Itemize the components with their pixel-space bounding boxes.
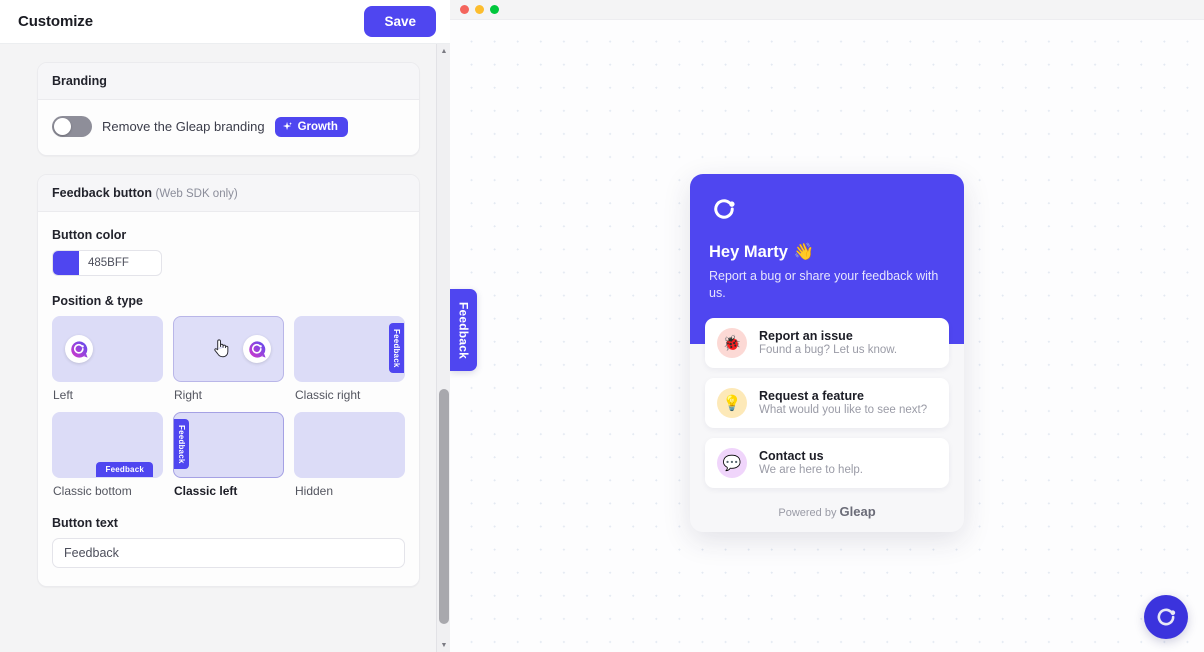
- mouse-pointer-hand-icon: [214, 339, 229, 358]
- position-caption-left: Left: [53, 388, 74, 402]
- window-close-dot[interactable]: [460, 5, 469, 14]
- list-item[interactable]: 🐞 Report an issue Found a bug? Let us kn…: [705, 317, 949, 368]
- position-caption-classic-bottom: Classic bottom: [53, 484, 132, 498]
- scroll-down-arrow[interactable]: ▼: [437, 638, 451, 652]
- widget-footer: Powered by Gleap: [690, 498, 964, 532]
- gleap-widget-preview: Hey Marty 👋 Report a bug or share your f…: [690, 174, 964, 532]
- position-option-classic-bottom[interactable]: Feedback Classic bottom: [52, 412, 163, 498]
- position-type-grid: Left Right Feedback Classic right Feedba…: [52, 316, 405, 498]
- branding-heading: Branding: [52, 74, 107, 88]
- branding-card-body: Remove the Gleap branding Growth: [38, 100, 419, 155]
- button-text-label: Button text: [52, 516, 118, 530]
- window-minimize-dot[interactable]: [475, 5, 484, 14]
- list-item[interactable]: 💡 Request a feature What would you like …: [705, 377, 949, 428]
- feedback-button-card-header: Feedback button (Web SDK only): [38, 175, 419, 212]
- powered-by-label: Powered by: [778, 506, 837, 519]
- position-type-label: Position & type: [52, 294, 143, 308]
- button-text-input[interactable]: [52, 538, 405, 568]
- list-item-desc: Found a bug? Let us know.: [759, 344, 898, 357]
- button-text-section: Button text: [52, 516, 405, 568]
- position-option-classic-right[interactable]: Feedback Classic right: [294, 316, 405, 402]
- save-button[interactable]: Save: [364, 6, 436, 37]
- mini-tab-label: Feedback: [389, 323, 404, 373]
- mini-tab-label: Feedback: [96, 462, 153, 477]
- position-caption-hidden: Hidden: [295, 484, 334, 498]
- scroll-up-arrow[interactable]: ▲: [437, 44, 451, 58]
- gleap-bubble-icon: [243, 335, 271, 363]
- gleap-brand-label: Gleap: [839, 503, 876, 519]
- customize-screen: Customize Save Branding Remove the Gleap…: [0, 0, 1204, 652]
- list-item-title: Request a feature: [759, 389, 864, 404]
- branding-card: Branding Remove the Gleap branding Growt…: [37, 62, 420, 156]
- position-tile-classic-right[interactable]: Feedback: [294, 316, 405, 382]
- button-color-label: Button color: [52, 228, 127, 242]
- gleap-logo-icon: [70, 340, 88, 358]
- widget-subtitle: Report a bug or share your feedback with…: [709, 269, 939, 300]
- preview-feedback-side-tab[interactable]: Feedback: [450, 289, 477, 371]
- growth-badge[interactable]: Growth: [274, 116, 348, 137]
- position-caption-right: Right: [174, 388, 203, 402]
- branding-card-header: Branding: [38, 63, 419, 100]
- position-caption-classic-right: Classic right: [295, 388, 361, 402]
- position-option-left[interactable]: Left: [52, 316, 163, 402]
- browser-title-bar: [450, 0, 1204, 20]
- panel-header: Customize Save: [0, 0, 450, 44]
- color-swatch[interactable]: [53, 251, 79, 275]
- position-option-classic-left[interactable]: Feedback Classic left: [173, 412, 284, 498]
- branding-toggle-row: Remove the Gleap branding Growth: [52, 116, 405, 137]
- preview-launcher-button[interactable]: [1144, 595, 1188, 639]
- feedback-button-card-body: Button color 485BFF Position & type Left…: [38, 212, 419, 586]
- list-item-text: Contact us We are here to help.: [759, 449, 863, 476]
- feedback-button-heading-note: (Web SDK only): [155, 188, 238, 200]
- chat-icon: 💬: [717, 447, 747, 478]
- remove-branding-toggle[interactable]: [52, 116, 92, 137]
- preview-canvas: Feedback Hey Marty 👋 Report a bug or sha…: [450, 20, 1204, 652]
- list-item-desc: We are here to help.: [759, 464, 863, 477]
- preview-pane: Feedback Hey Marty 👋 Report a bug or sha…: [450, 0, 1204, 652]
- scrollbar-thumb[interactable]: [439, 389, 449, 624]
- widget-greeting: Hey Marty: [709, 243, 788, 261]
- list-item-text: Request a feature What would you like to…: [759, 389, 927, 416]
- position-tile-classic-bottom[interactable]: Feedback: [52, 412, 163, 478]
- button-color-input[interactable]: 485BFF: [52, 250, 162, 276]
- position-section: Position & type Left Right Feedback Clas…: [52, 294, 405, 498]
- gleap-logo-icon: [714, 199, 735, 219]
- feedback-button-heading: Feedback button: [52, 186, 153, 200]
- position-tile-hidden[interactable]: [294, 412, 405, 478]
- position-tile-left[interactable]: [52, 316, 163, 382]
- list-item-title: Report an issue: [759, 329, 853, 344]
- position-option-hidden[interactable]: Hidden: [294, 412, 405, 498]
- page-title: Customize: [18, 13, 93, 30]
- growth-badge-label: Growth: [297, 120, 338, 133]
- window-maximize-dot[interactable]: [490, 5, 499, 14]
- position-caption-classic-left: Classic left: [174, 484, 238, 498]
- gleap-logo-icon: [1157, 608, 1176, 626]
- waving-hand-icon: 👋: [793, 243, 815, 261]
- position-tile-right[interactable]: [173, 316, 284, 382]
- bulb-icon: 💡: [717, 387, 747, 418]
- list-item-text: Report an issue Found a bug? Let us know…: [759, 329, 897, 356]
- list-item-title: Contact us: [759, 449, 824, 464]
- panel-scrollbar[interactable]: ▲ ▼: [436, 44, 450, 652]
- list-item[interactable]: 💬 Contact us We are here to help.: [705, 437, 949, 488]
- position-tile-classic-left[interactable]: Feedback: [173, 412, 284, 478]
- feedback-button-card: Feedback button (Web SDK only) Button co…: [37, 174, 420, 587]
- position-option-right[interactable]: Right: [173, 316, 284, 402]
- toggle-knob: [54, 118, 71, 135]
- customize-panel: Customize Save Branding Remove the Gleap…: [0, 0, 450, 652]
- gleap-logo-icon: [248, 340, 266, 358]
- sparkle-icon: [282, 121, 292, 131]
- remove-branding-label: Remove the Gleap branding: [102, 119, 265, 134]
- gleap-bubble-icon: [65, 335, 93, 363]
- bug-icon: 🐞: [717, 327, 747, 358]
- panel-scroll-area: Branding Remove the Gleap branding Growt…: [0, 44, 450, 652]
- mini-tab-label: Feedback: [174, 419, 189, 469]
- widget-action-list: 🐞 Report an issue Found a bug? Let us kn…: [690, 317, 964, 488]
- widget-greeting-row: Hey Marty 👋: [709, 243, 945, 262]
- list-item-desc: What would you like to see next?: [759, 404, 928, 417]
- color-hex-value: 485BFF: [88, 257, 129, 269]
